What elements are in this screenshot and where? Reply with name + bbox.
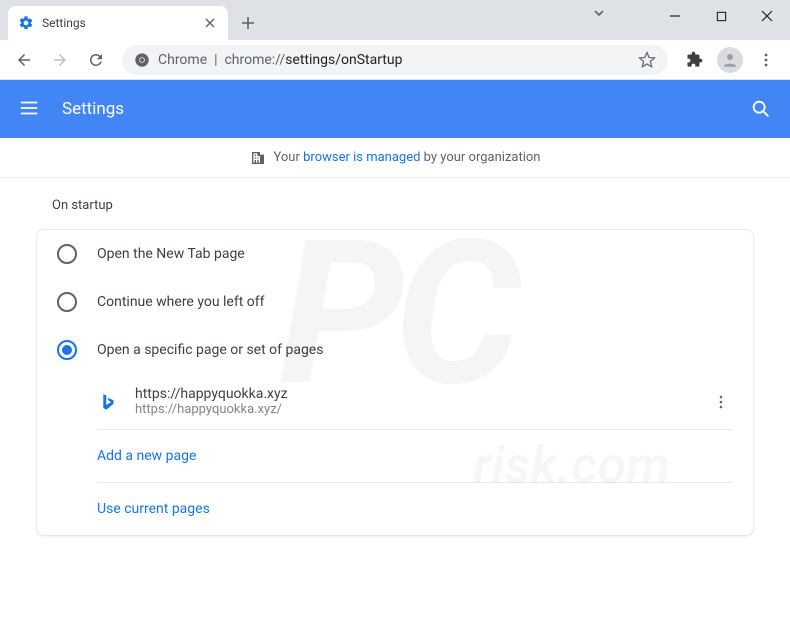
address-bar[interactable]: Chrome | chrome://settings/onStartup bbox=[122, 45, 668, 75]
page-url: https://happyquokka.xyz/ bbox=[135, 402, 288, 417]
menu-button[interactable] bbox=[18, 97, 42, 121]
startup-page-row: https://happyquokka.xyz https://happyquo… bbox=[97, 374, 733, 429]
settings-search-button[interactable] bbox=[750, 98, 772, 120]
managed-text: Your browser is managed by your organiza… bbox=[274, 150, 541, 165]
tab-search-button[interactable] bbox=[592, 6, 606, 20]
browser-toolbar: Chrome | chrome://settings/onStartup bbox=[0, 40, 790, 80]
radio-icon-selected bbox=[57, 340, 77, 360]
add-new-page-button[interactable]: Add a new page bbox=[97, 430, 733, 482]
radio-open-newtab[interactable]: Open the New Tab page bbox=[37, 230, 753, 278]
back-button[interactable] bbox=[8, 44, 40, 76]
reload-button[interactable] bbox=[80, 44, 112, 76]
tab-title: Settings bbox=[42, 16, 202, 30]
window-controls bbox=[652, 0, 790, 32]
forward-button[interactable] bbox=[44, 44, 76, 76]
extensions-button[interactable] bbox=[678, 44, 710, 76]
gear-icon bbox=[18, 15, 34, 31]
settings-title: Settings bbox=[62, 99, 124, 119]
page-menu-button[interactable] bbox=[709, 390, 733, 414]
page-name: https://happyquokka.xyz bbox=[135, 386, 288, 402]
settings-header: Settings bbox=[0, 80, 790, 138]
use-current-pages-button[interactable]: Use current pages bbox=[97, 483, 733, 535]
window-titlebar: Settings bbox=[0, 0, 790, 40]
maximize-button[interactable] bbox=[698, 0, 744, 32]
radio-icon bbox=[57, 292, 77, 312]
section-title: On startup bbox=[36, 198, 754, 213]
radio-label: Open a specific page or set of pages bbox=[97, 342, 323, 358]
browser-menu-button[interactable] bbox=[750, 44, 782, 76]
browser-tab[interactable]: Settings bbox=[8, 6, 228, 40]
profile-button[interactable] bbox=[714, 44, 746, 76]
radio-continue[interactable]: Continue where you left off bbox=[37, 278, 753, 326]
avatar-icon bbox=[717, 47, 743, 73]
close-window-button[interactable] bbox=[744, 0, 790, 32]
radio-label: Open the New Tab page bbox=[97, 246, 245, 262]
radio-specific-pages[interactable]: Open a specific page or set of pages bbox=[37, 326, 753, 374]
managed-link[interactable]: browser is managed bbox=[303, 150, 420, 165]
building-icon bbox=[250, 150, 266, 166]
minimize-button[interactable] bbox=[652, 0, 698, 32]
settings-content: On startup Open the New Tab page Continu… bbox=[0, 178, 790, 556]
bookmark-button[interactable] bbox=[638, 51, 656, 69]
managed-banner: Your browser is managed by your organiza… bbox=[0, 138, 790, 178]
radio-label: Continue where you left off bbox=[97, 294, 265, 310]
new-tab-button[interactable] bbox=[234, 9, 262, 37]
chrome-icon bbox=[134, 52, 150, 68]
startup-card: Open the New Tab page Continue where you… bbox=[36, 229, 754, 536]
url-text: Chrome | chrome://settings/onStartup bbox=[158, 52, 402, 68]
radio-icon bbox=[57, 244, 77, 264]
bing-icon bbox=[97, 392, 117, 412]
close-tab-button[interactable] bbox=[202, 15, 218, 31]
